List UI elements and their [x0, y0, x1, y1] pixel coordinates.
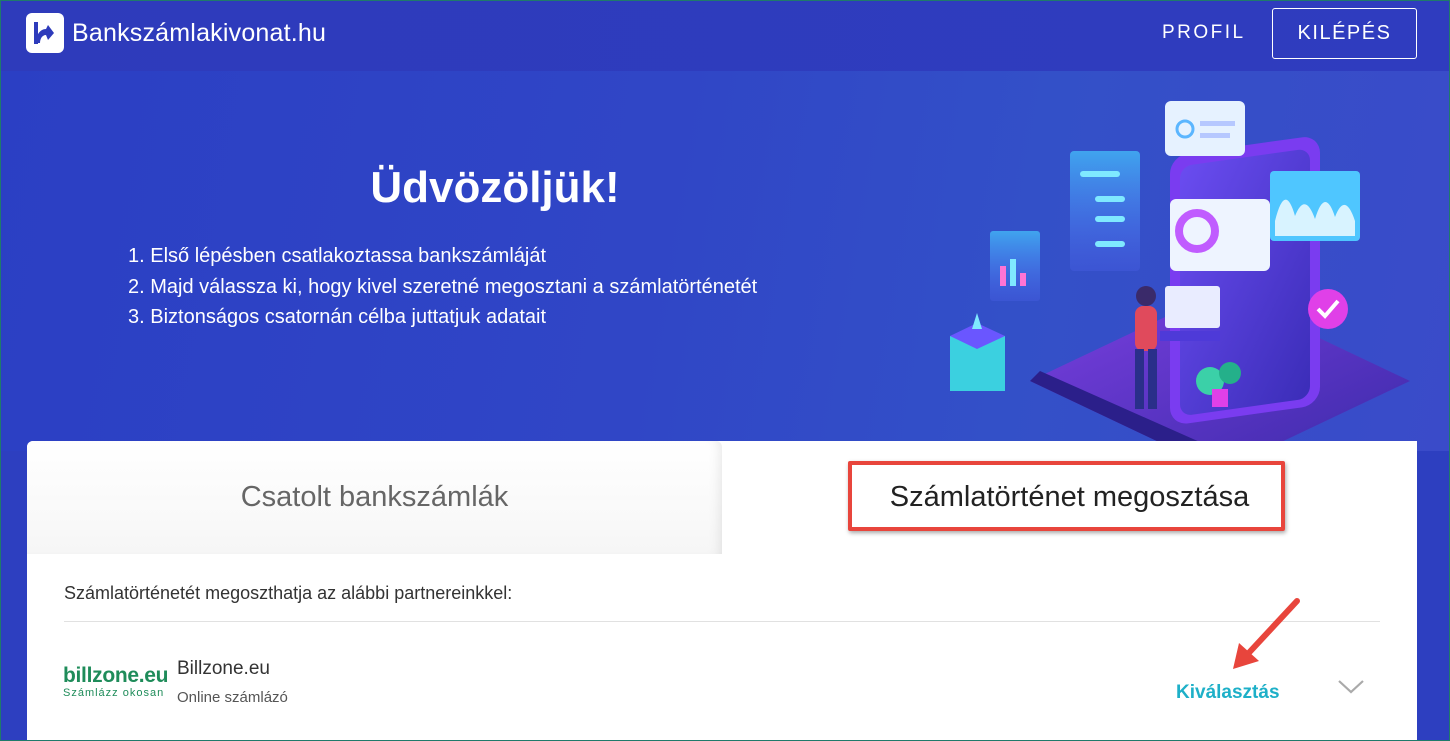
logout-button[interactable]: KILÉPÉS [1272, 8, 1417, 59]
step-item: 1. Első lépésben csatlakoztassa bankszám… [128, 245, 547, 267]
divider [64, 621, 1380, 622]
annotation-arrow-icon [1233, 598, 1300, 669]
top-navbar: Bankszámlakivonat.hu PROFIL KILÉPÉS [0, 0, 1450, 71]
profile-link[interactable]: PROFIL [1162, 22, 1246, 44]
tab-bar: Csatolt bankszámlák Számlatörténet megos… [27, 441, 1417, 554]
step-item: 3. Biztonságos csatornán célba juttatjuk… [128, 306, 547, 328]
logo-main-text: billzone.eu [63, 664, 169, 687]
hero-illustration-icon [950, 101, 1410, 451]
billzone-logo: billzone.eu Számlázz okosan [63, 664, 169, 699]
hero-title: Üdvözöljük! [370, 163, 620, 212]
brand-logo-icon [26, 13, 64, 53]
partner-type: Online számlázó [177, 689, 288, 706]
hero-section: Üdvözöljük! 1. Első lépésben csatlakozta… [0, 71, 1450, 451]
tab-linked-accounts[interactable]: Csatolt bankszámlák [27, 441, 722, 554]
brand[interactable]: Bankszámlakivonat.hu [26, 13, 326, 53]
share-card: Csatolt bankszámlák Számlatörténet megos… [27, 441, 1417, 741]
list-item: billzone.eu Számlázz okosan Billzone.eu … [61, 646, 1381, 716]
share-intro-text: Számlatörténetét megoszthatja az alábbi … [64, 583, 513, 603]
select-partner-button[interactable]: Kiválasztás [1176, 682, 1280, 704]
brand-name: Bankszámlakivonat.hu [72, 18, 327, 47]
tab-share-history[interactable]: Számlatörténet megosztása [722, 441, 1417, 554]
step-item: 2. Majd válassza ki, hogy kivel szeretné… [128, 275, 758, 298]
steps-list: 1. Első lépésben csatlakoztassa bankszám… [128, 241, 757, 333]
chevron-down-icon[interactable] [1336, 676, 1366, 696]
logo-sub-text: Számlázz okosan [63, 687, 165, 699]
partner-name: Billzone.eu [177, 658, 270, 679]
